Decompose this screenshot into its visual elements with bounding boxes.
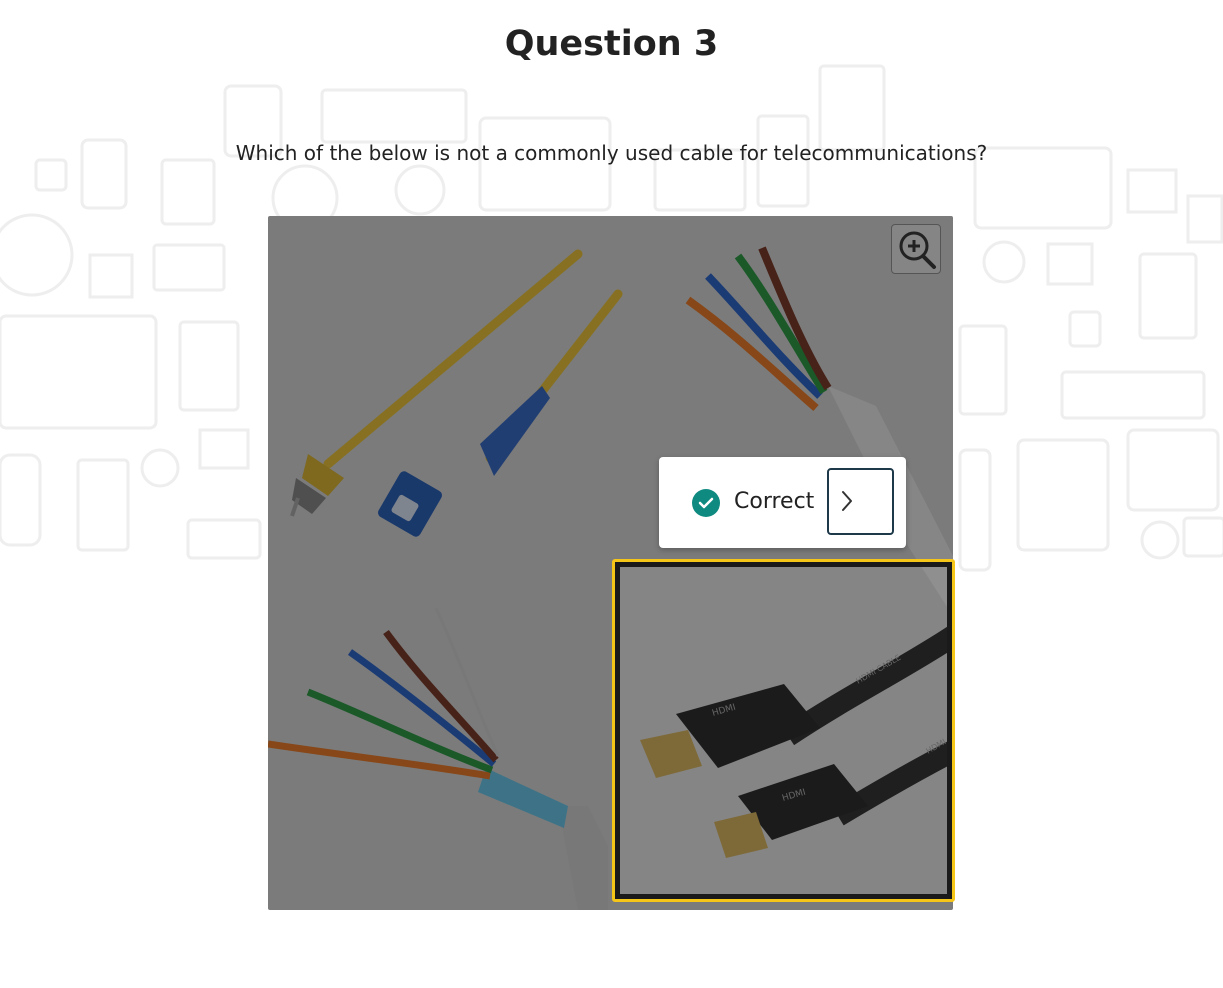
next-button[interactable] [827,468,894,535]
checkmark-circle-icon [692,489,720,517]
feedback-label: Correct [734,489,815,514]
selected-hotspot-hdmi[interactable] [612,559,955,902]
chevron-right-icon [842,491,852,511]
zoom-in-icon [899,231,936,269]
question-title: Question 3 [504,24,719,64]
feedback-popup: Correct [659,457,906,548]
zoom-button[interactable] [891,224,941,274]
question-prompt: Which of the below is not a commonly use… [235,141,988,165]
